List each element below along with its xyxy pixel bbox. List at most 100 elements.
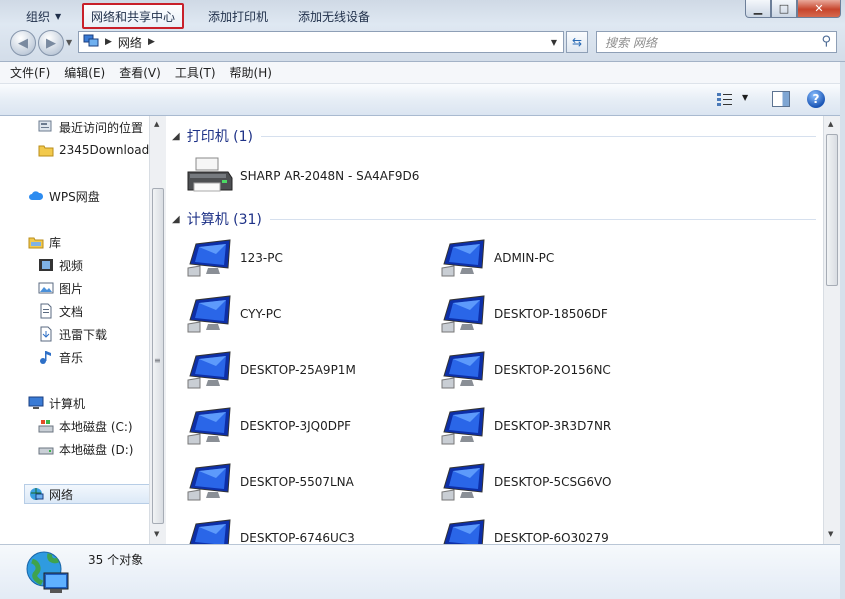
menu-view[interactable]: 查看(V): [119, 64, 161, 81]
printer-item[interactable]: SHARP AR-2048N - SA4AF9D6: [186, 154, 419, 198]
menu-file[interactable]: 文件(F): [10, 64, 50, 81]
breadcrumb-network[interactable]: 网络: [118, 34, 142, 51]
add-printer-button[interactable]: 添加打印机: [208, 0, 268, 32]
content-area: ◢ 打印机 (1) SHARP AR-2048N - SA4AF9D6 ◢ 计算…: [166, 116, 823, 544]
window-border: [840, 62, 845, 599]
preview-pane-icon[interactable]: [772, 91, 790, 107]
nav-thunder[interactable]: 迅雷下载: [38, 324, 107, 344]
computer-item[interactable]: DESKTOP-3JQ0DPF: [186, 404, 351, 448]
scroll-grip-icon: ≡: [154, 356, 161, 365]
system-disk-icon: [38, 418, 54, 434]
menu-tools[interactable]: 工具(T): [175, 64, 216, 81]
computer-name: DESKTOP-6O30279: [494, 531, 609, 544]
computer-item[interactable]: DESKTOP-2O156NC: [440, 348, 611, 392]
nav-video-label: 视频: [59, 258, 84, 273]
document-icon: [38, 303, 54, 319]
menu-bar: 文件(F) 编辑(E) 查看(V) 工具(T) 帮助(H): [0, 62, 845, 84]
item-count: 35 个对象: [88, 553, 144, 567]
navigation-pane: 最近访问的位置 2345Downloads WPS网盘 库 视频 图片 文档 迅…: [0, 116, 149, 544]
library-icon: [28, 234, 44, 250]
computer-name: CYY-PC: [240, 307, 282, 321]
nav-recent[interactable]: 最近访问的位置: [38, 117, 143, 137]
disk-icon: [38, 441, 54, 457]
view-dropdown-icon[interactable]: ▼: [742, 93, 748, 102]
computer-name: DESKTOP-5CSG6VO: [494, 475, 612, 489]
search-input[interactable]: 搜索 网络 ⚲: [596, 31, 837, 53]
content-scrollbar[interactable]: ▲ ▼: [823, 116, 840, 544]
nav-pictures-label: 图片: [59, 281, 84, 296]
close-button[interactable]: ✕: [797, 0, 841, 18]
arrow-right-icon: ▶: [46, 35, 56, 51]
forward-button[interactable]: ▶: [38, 30, 64, 56]
breadcrumb-separator[interactable]: ▶: [148, 37, 155, 47]
computer-item[interactable]: DESKTOP-5CSG6VO: [440, 460, 611, 504]
printer-icon: [187, 157, 233, 192]
breadcrumb-separator[interactable]: ▶: [105, 37, 112, 47]
nav-network[interactable]: 网络: [24, 484, 149, 504]
address-bar[interactable]: ▶ 网络 ▶ ▼: [78, 31, 564, 53]
nav-library[interactable]: 库: [28, 232, 61, 252]
monitor-icon: [440, 462, 494, 502]
back-button[interactable]: ◀: [10, 30, 36, 56]
recent-pages-dropdown[interactable]: ▼: [66, 38, 72, 47]
computer-item[interactable]: DESKTOP-5507LNA: [186, 460, 354, 504]
group-header-computers[interactable]: ◢ 计算机 (31): [172, 209, 816, 229]
minimize-button[interactable]: ▁: [745, 0, 771, 18]
refresh-button[interactable]: ⇆: [566, 31, 588, 53]
status-bar: 35 个对象: [0, 544, 840, 599]
add-printer-label: 添加打印机: [208, 9, 269, 24]
folder-icon: [38, 142, 54, 158]
maximize-button[interactable]: □: [771, 0, 797, 18]
computer-name: DESKTOP-3R3D7NR: [494, 419, 612, 433]
computer-item[interactable]: 123-PC: [186, 236, 283, 280]
collapse-icon[interactable]: ◢: [172, 214, 180, 225]
monitor-icon: [440, 350, 494, 390]
address-dropdown-icon[interactable]: ▼: [551, 38, 557, 47]
nav-music[interactable]: 音乐: [38, 347, 83, 367]
nav-documents[interactable]: 文档: [38, 301, 83, 321]
scroll-up-icon[interactable]: ▲: [154, 120, 159, 128]
nav-disk-c[interactable]: 本地磁盘 (C:): [38, 416, 133, 436]
navigation-scrollbar[interactable]: ▲ ≡ ▼: [149, 116, 166, 544]
help-icon[interactable]: ?: [807, 90, 825, 108]
monitor-icon: [440, 238, 494, 278]
collapse-icon[interactable]: ◢: [172, 131, 180, 142]
computer-item[interactable]: DESKTOP-3R3D7NR: [440, 404, 611, 448]
nav-wps[interactable]: WPS网盘: [28, 186, 100, 206]
nav-downloads-label: 2345Downloads: [59, 143, 149, 157]
scroll-down-icon[interactable]: ▼: [154, 530, 159, 538]
search-icon[interactable]: ⚲: [821, 34, 831, 49]
video-icon: [38, 257, 54, 273]
nav-documents-label: 文档: [59, 304, 84, 319]
scroll-up-icon[interactable]: ▲: [828, 120, 833, 128]
nav-disk-d[interactable]: 本地磁盘 (D:): [38, 439, 133, 459]
network-sharing-center-label: 网络和共享中心: [91, 9, 176, 24]
computer-name: DESKTOP-25A9P1M: [240, 363, 356, 377]
content-scrollbar-thumb[interactable]: [826, 134, 838, 286]
computer-item[interactable]: DESKTOP-18506DF: [440, 292, 608, 336]
organize-button[interactable]: 组织 ▼: [26, 0, 61, 32]
menu-edit[interactable]: 编辑(E): [64, 64, 105, 81]
nav-computer[interactable]: 计算机: [28, 393, 85, 413]
computer-item[interactable]: DESKTOP-6O30279: [440, 516, 609, 544]
arrow-left-icon: ◀: [18, 35, 28, 51]
network-sharing-center-button[interactable]: 网络和共享中心: [82, 3, 185, 29]
computer-item[interactable]: ADMIN-PC: [440, 236, 554, 280]
nav-downloads[interactable]: 2345Downloads: [38, 140, 149, 160]
network-icon: [83, 33, 99, 52]
menu-help[interactable]: 帮助(H): [230, 64, 272, 81]
computer-item[interactable]: DESKTOP-6746UC3: [186, 516, 355, 544]
add-wireless-device-button[interactable]: 添加无线设备: [298, 0, 370, 32]
group-header-printers[interactable]: ◢ 打印机 (1): [172, 126, 816, 146]
nav-computer-label: 计算机: [49, 396, 86, 411]
computer-item[interactable]: CYY-PC: [186, 292, 281, 336]
nav-pictures[interactable]: 图片: [38, 278, 83, 298]
scroll-down-icon[interactable]: ▼: [828, 530, 833, 538]
nav-video[interactable]: 视频: [38, 255, 83, 275]
nav-disk-d-label: 本地磁盘 (D:): [59, 442, 134, 457]
view-options-icon[interactable]: [716, 91, 734, 107]
cloud-icon: [28, 188, 44, 204]
computer-item[interactable]: DESKTOP-25A9P1M: [186, 348, 356, 392]
download-folder-icon: [38, 326, 54, 342]
music-icon: [38, 349, 54, 365]
